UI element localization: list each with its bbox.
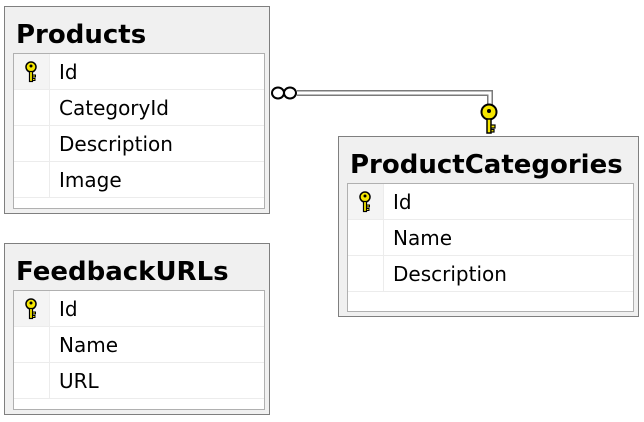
primary-key-cell [14, 291, 50, 326]
column-name: Name [59, 333, 119, 357]
column-name: Description [393, 262, 507, 286]
column-row[interactable]: URL [14, 363, 264, 399]
primary-key-cell [348, 184, 384, 219]
relationship-line [297, 90, 493, 106]
key-icon [359, 191, 371, 213]
column-row[interactable]: Description [348, 256, 633, 292]
key-icon [25, 61, 37, 83]
key-icon [25, 298, 37, 320]
column-row[interactable]: Name [348, 220, 633, 256]
column-row[interactable]: CategoryId [14, 90, 264, 126]
table-productcategories[interactable]: ProductCategories Id Name Description [338, 136, 639, 317]
column-row[interactable]: Id [14, 291, 264, 327]
table-feedbackurls[interactable]: FeedbackURLs Id Name URL [4, 243, 270, 415]
column-name: Id [59, 60, 78, 84]
column-name: CategoryId [59, 96, 169, 120]
primary-key-cell [14, 54, 50, 89]
column-row[interactable]: Description [14, 126, 264, 162]
column-list: Id Name URL [13, 290, 265, 410]
column-name: Id [393, 190, 412, 214]
column-row[interactable]: Name [14, 327, 264, 363]
key-icon [480, 103, 498, 134]
column-row[interactable]: Id [348, 184, 633, 220]
column-list: Id Name Description [347, 183, 634, 312]
column-name: Image [59, 168, 122, 192]
table-title: FeedbackURLs [16, 257, 229, 287]
column-name: Description [59, 132, 173, 156]
column-row[interactable]: Id [14, 54, 264, 90]
table-title: Products [16, 20, 147, 50]
infinity-icon [271, 86, 297, 100]
column-row[interactable]: Image [14, 162, 264, 198]
column-name: Name [393, 226, 453, 250]
column-list: Id CategoryId Description Image [13, 53, 265, 209]
column-name: URL [59, 369, 99, 393]
table-products[interactable]: Products Id CategoryId Description Image [4, 6, 270, 214]
table-title: ProductCategories [350, 150, 623, 180]
column-name: Id [59, 297, 78, 321]
